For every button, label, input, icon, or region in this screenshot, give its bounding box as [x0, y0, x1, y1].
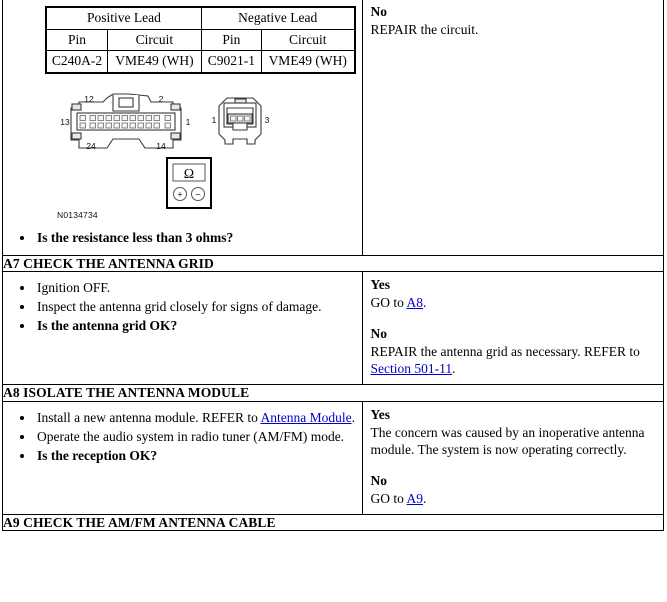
section-header-a7: A7 CHECK THE ANTENNA GRID — [2, 254, 664, 273]
link-a9[interactable]: A9 — [407, 491, 424, 506]
a8-no-label: No — [370, 473, 388, 489]
a7-yes-text: GO to A8. — [371, 294, 655, 312]
a8-yes-text: The concern was caused by an inoperative… — [370, 424, 645, 458]
a8-yes-label: Yes — [370, 406, 391, 422]
a7-yes-label: Yes — [370, 277, 391, 293]
pin-label-13: 13 — [60, 117, 70, 127]
a7-result-yes-block: Yes GO to A8. — [371, 276, 655, 312]
list-item: Is the antenna grid OK? — [35, 317, 356, 335]
list-item: Is the reception OK? — [35, 447, 356, 465]
link-section-501-11[interactable]: Section 501-11 — [371, 361, 453, 376]
a8-step1-post: . — [351, 409, 355, 425]
link-a8[interactable]: A8 — [407, 295, 424, 310]
a7-no-text-pre: REPAIR the antenna grid as necessary. RE… — [370, 343, 640, 359]
list-item: Operate the audio system in radio tuner … — [35, 428, 356, 446]
resistance-step-cell: Positive Lead Negative Lead Pin Circuit … — [2, 0, 363, 256]
connector-diagram-svg: 12 13 24 2 1 14 1 3 Ω + − — [60, 92, 270, 209]
pin-label-2: 2 — [159, 94, 164, 104]
positive-circuit-header: Circuit — [107, 28, 202, 52]
negative-lead-header: Negative Lead — [200, 6, 356, 30]
negative-circuit-header: Circuit — [260, 28, 356, 52]
a8-no-text-post: . — [423, 490, 427, 506]
list-item: Install a new antenna module. REFER to A… — [35, 409, 356, 427]
meter-positive-terminal: + — [177, 189, 182, 199]
a7-yes-text-post: . — [423, 294, 427, 310]
positive-circuit-value: VME49 (WH) — [107, 50, 202, 74]
negative-pin-value: C9021-1 — [200, 50, 262, 74]
pin-label-12: 12 — [84, 94, 94, 104]
a8-step1-pre: Install a new antenna module. REFER to — [37, 409, 261, 425]
a8-result-no-block: No GO to A9. — [371, 472, 655, 508]
table-row: Ignition OFF. Inspect the antenna grid c… — [2, 271, 665, 386]
positive-pin-value: C240A-2 — [45, 50, 109, 74]
a7-no-text: REPAIR the antenna grid as necessary. RE… — [371, 343, 655, 379]
list-item: Ignition OFF. — [35, 279, 356, 297]
pin-table-subheader-row: Pin Circuit Pin Circuit — [45, 28, 356, 52]
resistance-question-list: Is the resistance less than 3 ohms? — [9, 229, 356, 247]
a7-result-cell: Yes GO to A8. No REPAIR the antenna grid… — [361, 271, 665, 386]
small-connector-cavities — [230, 115, 251, 121]
pin-label-24: 24 — [86, 141, 96, 151]
diagnostic-procedure-table: Positive Lead Negative Lead Pin Circuit … — [2, 0, 665, 532]
pin-label-small-1: 1 — [212, 115, 217, 125]
a8-step-list: Install a new antenna module. REFER to A… — [9, 409, 356, 465]
figure-id-label: N0134734 — [57, 209, 98, 220]
link-antenna-module[interactable]: Antenna Module — [260, 410, 351, 425]
result-no-label: No — [370, 4, 388, 19]
a7-no-text-post: . — [452, 361, 456, 377]
lead-pin-table: Positive Lead Negative Lead Pin Circuit … — [45, 6, 356, 74]
resistance-result-cell: No REPAIR the circuit. — [361, 0, 665, 256]
a7-steps-cell: Ignition OFF. Inspect the antenna grid c… — [2, 271, 363, 386]
list-item: Inspect the antenna grid closely for sig… — [35, 298, 356, 316]
meter-negative-terminal: − — [195, 189, 200, 199]
section-header-a8: A8 ISOLATE THE ANTENNA MODULE — [2, 384, 664, 402]
result-no-text: REPAIR the circuit. — [370, 21, 479, 37]
table-row: A8 ISOLATE THE ANTENNA MODULE — [2, 384, 664, 402]
connector-diagram-figure: 12 13 24 2 1 14 1 3 Ω + − N0134734 — [9, 92, 356, 226]
negative-circuit-value: VME49 (WH) — [260, 50, 356, 74]
a8-result-cell: Yes The concern was caused by an inopera… — [361, 400, 665, 515]
pin-label-small-3: 3 — [265, 115, 270, 125]
a7-result-no-block: No REPAIR the antenna grid as necessary.… — [371, 325, 655, 378]
list-item: Is the resistance less than 3 ohms? — [35, 229, 356, 247]
a7-yes-text-pre: GO to — [370, 294, 407, 310]
a7-no-label: No — [370, 325, 388, 341]
positive-lead-header: Positive Lead — [45, 6, 202, 30]
table-row: A7 CHECK THE ANTENNA GRID — [2, 254, 664, 273]
a7-step-list: Ignition OFF. Inspect the antenna grid c… — [9, 279, 356, 335]
a8-steps-cell: Install a new antenna module. REFER to A… — [2, 400, 363, 515]
positive-pin-header: Pin — [45, 28, 109, 52]
table-row: Positive Lead Negative Lead Pin Circuit … — [2, 0, 665, 256]
ohm-symbol: Ω — [184, 167, 194, 182]
result-no-block: No REPAIR the circuit. — [371, 3, 655, 39]
a8-no-text: GO to A9. — [371, 490, 655, 508]
pin-label-14: 14 — [156, 141, 166, 151]
table-row: Install a new antenna module. REFER to A… — [2, 400, 665, 515]
pin-table-lead-header-row: Positive Lead Negative Lead — [45, 6, 356, 30]
negative-pin-header: Pin — [200, 28, 262, 52]
ohmmeter-icon: Ω + − — [166, 156, 212, 209]
document-page: Positive Lead Negative Lead Pin Circuit … — [0, 0, 667, 602]
section-header-a9: A9 CHECK THE AM/FM ANTENNA CABLE — [2, 513, 664, 532]
a8-no-text-pre: GO to — [370, 490, 407, 506]
pin-table-data-row: C240A-2 VME49 (WH) C9021-1 VME49 (WH) — [45, 50, 356, 74]
pin-label-1: 1 — [186, 117, 191, 127]
table-row: A9 CHECK THE AM/FM ANTENNA CABLE — [2, 513, 664, 532]
a8-result-yes-block: Yes The concern was caused by an inopera… — [371, 406, 655, 459]
